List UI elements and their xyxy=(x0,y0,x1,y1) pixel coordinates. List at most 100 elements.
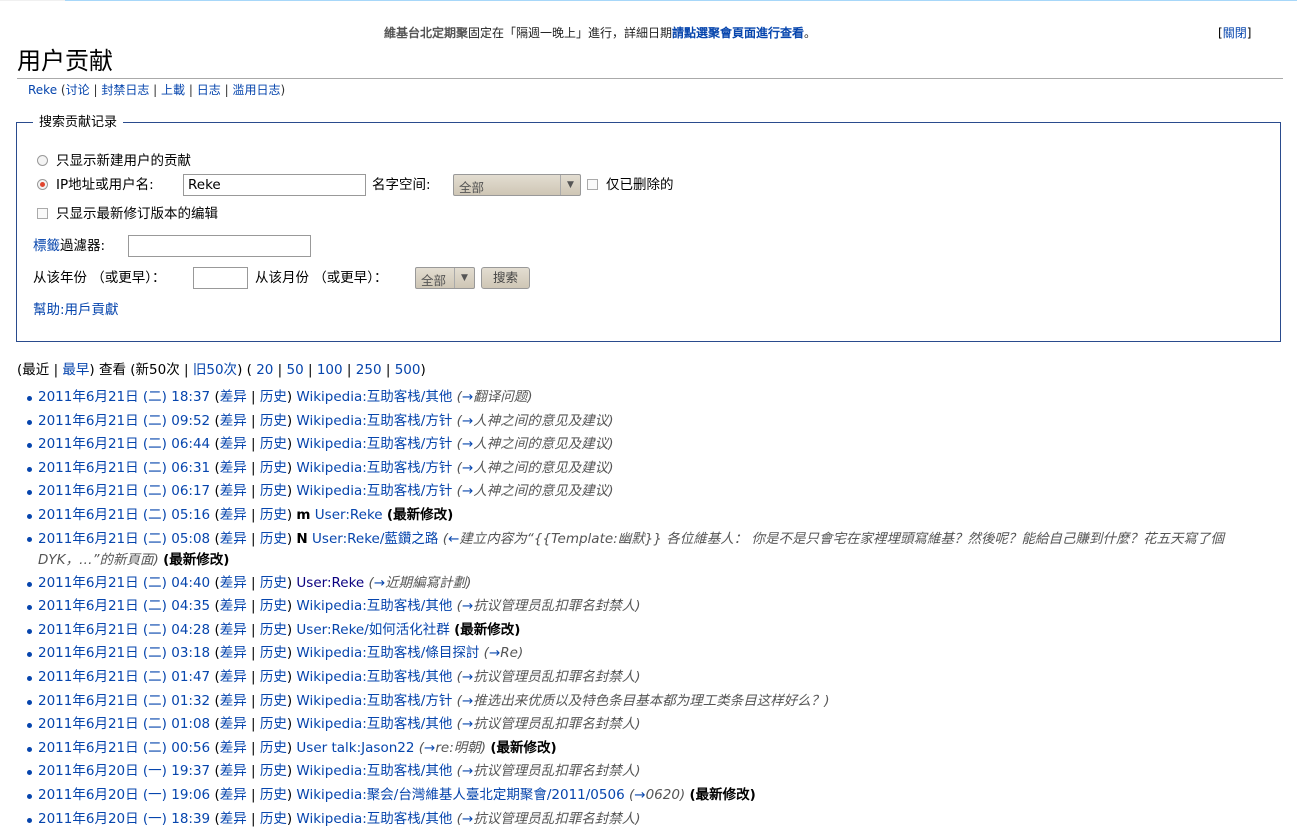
page-link[interactable]: User:Reke xyxy=(315,507,383,523)
section-arrow-icon[interactable]: → xyxy=(424,740,435,756)
section-arrow-icon[interactable]: → xyxy=(462,693,473,709)
page-link[interactable]: Wikipedia:聚会/台灣維基人臺北定期聚會/2011/0506 xyxy=(296,787,624,803)
abuse-log-link[interactable]: 滥用日志 xyxy=(232,83,280,97)
diff-link[interactable]: 差异 xyxy=(220,436,247,452)
contribution-date-link[interactable]: 2011年6月21日 (二) 01:08 xyxy=(38,716,210,732)
older-link[interactable]: 旧50次 xyxy=(193,362,237,378)
diff-link[interactable]: 差异 xyxy=(220,693,247,709)
new-users-option[interactable]: 只显示新建用户的贡献 xyxy=(37,151,191,171)
section-arrow-icon[interactable]: → xyxy=(462,413,473,429)
history-link[interactable]: 历史 xyxy=(260,507,287,523)
page-link[interactable]: Wikipedia:互助客栈/其他 xyxy=(296,389,452,405)
new-users-radio[interactable] xyxy=(37,155,48,166)
limit-250-link[interactable]: 250 xyxy=(356,362,382,378)
contribution-date-link[interactable]: 2011年6月21日 (二) 03:18 xyxy=(38,645,210,661)
page-link[interactable]: Wikipedia:互助客栈/方针 xyxy=(296,460,452,476)
diff-link[interactable]: 差异 xyxy=(220,389,247,405)
section-arrow-icon[interactable]: → xyxy=(489,645,500,661)
section-arrow-icon[interactable]: → xyxy=(462,763,473,779)
history-link[interactable]: 历史 xyxy=(260,460,287,476)
month-select[interactable]: 全部 ▼ xyxy=(415,267,475,289)
latest-only-checkbox[interactable] xyxy=(37,208,48,219)
deleted-only-checkbox[interactable] xyxy=(587,179,598,190)
contribution-date-link[interactable]: 2011年6月20日 (一) 18:39 xyxy=(38,811,210,827)
history-link[interactable]: 历史 xyxy=(260,598,287,614)
page-link[interactable]: User:Reke xyxy=(296,575,364,591)
history-link[interactable]: 历史 xyxy=(260,693,287,709)
contribution-date-link[interactable]: 2011年6月21日 (二) 06:17 xyxy=(38,483,210,499)
year-input[interactable] xyxy=(193,267,248,289)
diff-link[interactable]: 差异 xyxy=(220,460,247,476)
history-link[interactable]: 历史 xyxy=(260,575,287,591)
page-link[interactable]: Wikipedia:互助客栈/其他 xyxy=(296,763,452,779)
tag-filter-link[interactable]: 標籤 xyxy=(33,238,60,254)
section-arrow-icon[interactable]: → xyxy=(634,787,645,803)
page-link[interactable]: Wikipedia:互助客栈/其他 xyxy=(296,669,452,685)
diff-link[interactable]: 差异 xyxy=(220,763,247,779)
history-link[interactable]: 历史 xyxy=(260,763,287,779)
user-link[interactable]: Reke xyxy=(28,83,57,97)
page-link[interactable]: Wikipedia:互助客栈/方针 xyxy=(296,413,452,429)
contribution-date-link[interactable]: 2011年6月21日 (二) 00:56 xyxy=(38,740,210,756)
limit-100-link[interactable]: 100 xyxy=(317,362,343,378)
contribution-date-link[interactable]: 2011年6月20日 (一) 19:06 xyxy=(38,787,210,803)
help-contributions-link[interactable]: 幫助:用戶貢獻 xyxy=(33,302,119,318)
contribution-date-link[interactable]: 2011年6月21日 (二) 06:44 xyxy=(38,436,210,452)
section-arrow-icon[interactable]: → xyxy=(462,811,473,827)
diff-link[interactable]: 差异 xyxy=(220,507,247,523)
earliest-link[interactable]: 最早 xyxy=(62,362,89,378)
log-link[interactable]: 日志 xyxy=(197,83,221,97)
diff-link[interactable]: 差异 xyxy=(220,811,247,827)
section-arrow-icon[interactable]: → xyxy=(462,598,473,614)
diff-link[interactable]: 差异 xyxy=(220,483,247,499)
dismiss-notice-link[interactable]: 關閉 xyxy=(1223,26,1247,40)
user-radio[interactable] xyxy=(37,179,48,190)
history-link[interactable]: 历史 xyxy=(260,483,287,499)
page-link[interactable]: User:Reke/如何活化社群 xyxy=(296,622,449,638)
history-link[interactable]: 历史 xyxy=(260,740,287,756)
page-link[interactable]: Wikipedia:互助客栈/其他 xyxy=(296,811,452,827)
diff-link[interactable]: 差异 xyxy=(220,787,247,803)
section-arrow-icon[interactable]: → xyxy=(462,483,473,499)
contribution-date-link[interactable]: 2011年6月21日 (二) 06:31 xyxy=(38,460,210,476)
diff-link[interactable]: 差异 xyxy=(220,575,247,591)
username-input[interactable] xyxy=(183,174,366,196)
page-link[interactable]: Wikipedia:互助客栈/方针 xyxy=(296,693,452,709)
diff-link[interactable]: 差异 xyxy=(220,598,247,614)
contribution-date-link[interactable]: 2011年6月20日 (一) 19:37 xyxy=(38,763,210,779)
history-link[interactable]: 历史 xyxy=(260,622,287,638)
history-link[interactable]: 历史 xyxy=(260,787,287,803)
page-link[interactable]: Wikipedia:互助客栈/其他 xyxy=(296,716,452,732)
diff-link[interactable]: 差异 xyxy=(220,531,247,547)
diff-link[interactable]: 差异 xyxy=(220,669,247,685)
contribution-date-link[interactable]: 2011年6月21日 (二) 04:35 xyxy=(38,598,210,614)
history-link[interactable]: 历史 xyxy=(260,645,287,661)
page-link[interactable]: Wikipedia:互助客栈/其他 xyxy=(296,598,452,614)
history-link[interactable]: 历史 xyxy=(260,531,287,547)
deleted-only-option[interactable]: 仅已删除的 xyxy=(587,175,674,195)
page-link[interactable]: Wikipedia:互助客栈/方针 xyxy=(296,436,452,452)
diff-link[interactable]: 差异 xyxy=(220,716,247,732)
history-link[interactable]: 历史 xyxy=(260,413,287,429)
contribution-date-link[interactable]: 2011年6月21日 (二) 01:32 xyxy=(38,693,210,709)
search-button[interactable]: 搜索 xyxy=(481,267,530,289)
section-arrow-icon[interactable]: → xyxy=(462,669,473,685)
section-arrow-icon[interactable]: ← xyxy=(448,531,459,547)
contribution-date-link[interactable]: 2011年6月21日 (二) 05:16 xyxy=(38,507,210,523)
contribution-date-link[interactable]: 2011年6月21日 (二) 05:08 xyxy=(38,531,210,547)
contribution-date-link[interactable]: 2011年6月21日 (二) 04:40 xyxy=(38,575,210,591)
contribution-date-link[interactable]: 2011年6月21日 (二) 04:28 xyxy=(38,622,210,638)
page-link[interactable]: Wikipedia:互助客栈/條目探討 xyxy=(296,645,479,661)
limit-20-link[interactable]: 20 xyxy=(256,362,273,378)
section-arrow-icon[interactable]: → xyxy=(462,460,473,476)
site-notice-link[interactable]: 請點選聚會頁面進行查看 xyxy=(672,26,804,40)
page-link[interactable]: User talk:Jason22 xyxy=(296,740,414,756)
section-arrow-icon[interactable]: → xyxy=(462,716,473,732)
history-link[interactable]: 历史 xyxy=(260,811,287,827)
namespace-select[interactable]: 全部 ▼ xyxy=(453,174,581,196)
diff-link[interactable]: 差异 xyxy=(220,740,247,756)
talk-link[interactable]: 讨论 xyxy=(66,83,90,97)
tag-filter-input[interactable] xyxy=(128,235,311,257)
history-link[interactable]: 历史 xyxy=(260,436,287,452)
contribution-date-link[interactable]: 2011年6月21日 (二) 18:37 xyxy=(38,389,210,405)
